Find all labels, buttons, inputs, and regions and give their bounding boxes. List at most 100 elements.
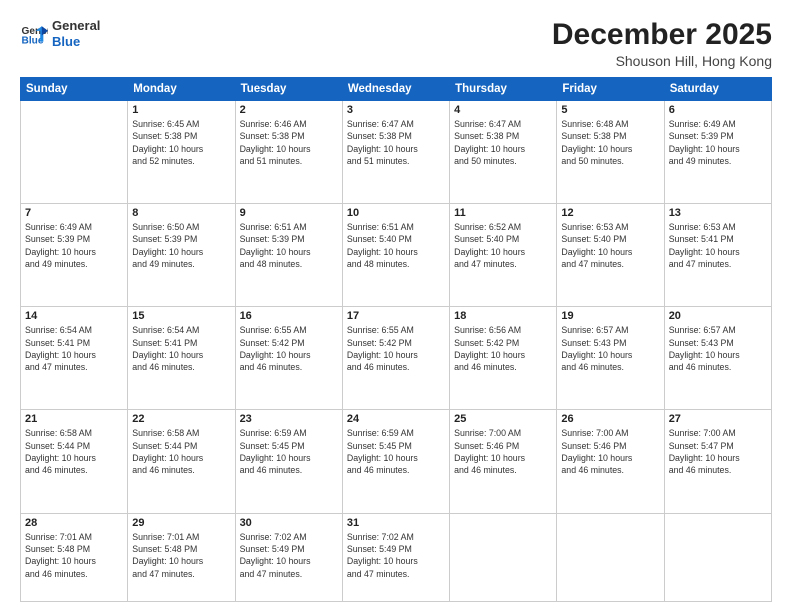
calendar-cell: 10Sunrise: 6:51 AM Sunset: 5:40 PM Dayli… [342,204,449,307]
day-number: 10 [347,207,445,219]
calendar-cell [21,101,128,204]
day-number: 31 [347,517,445,529]
day-number: 23 [240,413,338,425]
calendar-cell: 14Sunrise: 6:54 AM Sunset: 5:41 PM Dayli… [21,307,128,410]
day-number: 25 [454,413,552,425]
calendar-cell: 16 Sunrise: 6:55 AM Sunset: 5:42 PM Dayli… [235,307,342,410]
calendar-cell [450,513,557,601]
logo-line2: Blue [52,34,100,50]
day-number: 12 [561,207,659,219]
calendar-cell: 18 Sunrise: 6:56 AM Sunset: 5:42 PM Dayli… [450,307,557,410]
day-number: 2 [240,104,338,116]
calendar-cell [664,513,771,601]
calendar-header-row: Sunday Monday Tuesday Wednesday Thursday… [21,78,772,101]
calendar-cell: 27 Sunrise: 7:00 AM Sunset: 5:47 PM Dayli… [664,410,771,513]
day-info: Sunrise: 6:51 AM Sunset: 5:39 PM Dayligh… [240,221,338,270]
day-info: Sunrise: 7:00 AM Sunset: 5:46 PM Dayligh… [561,427,659,476]
day-number: 19 [561,310,659,322]
calendar-cell: 28Sunrise: 7:01 AM Sunset: 5:48 PM Dayli… [21,513,128,601]
month-title: December 2025 [552,18,772,51]
day-number: 21 [25,413,123,425]
day-info: Sunrise: 7:02 AM Sunset: 5:49 PM Dayligh… [347,531,445,580]
week-row-5: 28Sunrise: 7:01 AM Sunset: 5:48 PM Dayli… [21,513,772,601]
calendar-cell: 23 Sunrise: 6:59 AM Sunset: 5:45 PM Dayli… [235,410,342,513]
col-wednesday: Wednesday [342,78,449,101]
calendar-cell: 21 Sunrise: 6:58 AM Sunset: 5:44 PM Dayli… [21,410,128,513]
day-number: 27 [669,413,767,425]
day-info: Sunrise: 6:54 AM Sunset: 5:41 PM Dayligh… [25,324,123,373]
day-number: 16 [240,310,338,322]
calendar-cell: 13 Sunrise: 6:53 AM Sunset: 5:41 PM Dayli… [664,204,771,307]
day-number: 30 [240,517,338,529]
day-info: Sunrise: 6:55 AM Sunset: 5:42 PM Dayligh… [240,324,338,373]
col-saturday: Saturday [664,78,771,101]
day-info: Sunrise: 6:52 AM Sunset: 5:40 PM Dayligh… [454,221,552,270]
calendar-cell: 11 Sunrise: 6:52 AM Sunset: 5:40 PM Dayli… [450,204,557,307]
day-number: 11 [454,207,552,219]
calendar-cell: 17 Sunrise: 6:55 AM Sunset: 5:42 PM Dayli… [342,307,449,410]
day-number: 26 [561,413,659,425]
col-sunday: Sunday [21,78,128,101]
day-info: Sunrise: 6:57 AM Sunset: 5:43 PM Dayligh… [561,324,659,373]
calendar-cell: 24Sunrise: 6:59 AM Sunset: 5:45 PM Dayli… [342,410,449,513]
week-row-3: 14Sunrise: 6:54 AM Sunset: 5:41 PM Dayli… [21,307,772,410]
calendar-cell: 31 Sunrise: 7:02 AM Sunset: 5:49 PM Dayli… [342,513,449,601]
day-info: Sunrise: 6:58 AM Sunset: 5:44 PM Dayligh… [25,427,123,476]
day-info: Sunrise: 7:01 AM Sunset: 5:48 PM Dayligh… [25,531,123,580]
day-info: Sunrise: 6:59 AM Sunset: 5:45 PM Dayligh… [240,427,338,476]
day-number: 9 [240,207,338,219]
calendar-cell: 5Sunrise: 6:48 AM Sunset: 5:38 PM Daylig… [557,101,664,204]
day-info: Sunrise: 6:59 AM Sunset: 5:45 PM Dayligh… [347,427,445,476]
day-number: 15 [132,310,230,322]
calendar-cell: 6Sunrise: 6:49 AM Sunset: 5:39 PM Daylig… [664,101,771,204]
day-info: Sunrise: 6:47 AM Sunset: 5:38 PM Dayligh… [347,118,445,167]
calendar-cell: 29Sunrise: 7:01 AM Sunset: 5:48 PM Dayli… [128,513,235,601]
col-friday: Friday [557,78,664,101]
calendar-cell: 1Sunrise: 6:45 AM Sunset: 5:38 PM Daylig… [128,101,235,204]
day-number: 3 [347,104,445,116]
col-thursday: Thursday [450,78,557,101]
day-info: Sunrise: 6:58 AM Sunset: 5:44 PM Dayligh… [132,427,230,476]
logo: General Blue General Blue [20,18,100,49]
day-number: 7 [25,207,123,219]
calendar-cell: 25 Sunrise: 7:00 AM Sunset: 5:46 PM Dayli… [450,410,557,513]
calendar-cell: 2Sunrise: 6:46 AM Sunset: 5:38 PM Daylig… [235,101,342,204]
day-info: Sunrise: 6:47 AM Sunset: 5:38 PM Dayligh… [454,118,552,167]
day-info: Sunrise: 7:02 AM Sunset: 5:49 PM Dayligh… [240,531,338,580]
col-monday: Monday [128,78,235,101]
calendar-cell: 20 Sunrise: 6:57 AM Sunset: 5:43 PM Dayli… [664,307,771,410]
calendar-cell: 30 Sunrise: 7:02 AM Sunset: 5:49 PM Dayli… [235,513,342,601]
location-subtitle: Shouson Hill, Hong Kong [552,53,772,69]
logo-line1: General [52,18,100,34]
logo-text-block: General Blue [52,18,100,49]
day-number: 13 [669,207,767,219]
day-info: Sunrise: 7:00 AM Sunset: 5:46 PM Dayligh… [454,427,552,476]
day-info: Sunrise: 6:53 AM Sunset: 5:40 PM Dayligh… [561,221,659,270]
day-number: 20 [669,310,767,322]
day-info: Sunrise: 6:50 AM Sunset: 5:39 PM Dayligh… [132,221,230,270]
calendar-cell: 15 Sunrise: 6:54 AM Sunset: 5:41 PM Dayli… [128,307,235,410]
day-number: 1 [132,104,230,116]
calendar-cell: 22 Sunrise: 6:58 AM Sunset: 5:44 PM Dayli… [128,410,235,513]
day-number: 4 [454,104,552,116]
col-tuesday: Tuesday [235,78,342,101]
day-info: Sunrise: 7:00 AM Sunset: 5:47 PM Dayligh… [669,427,767,476]
day-info: Sunrise: 6:56 AM Sunset: 5:42 PM Dayligh… [454,324,552,373]
day-number: 18 [454,310,552,322]
day-info: Sunrise: 6:48 AM Sunset: 5:38 PM Dayligh… [561,118,659,167]
calendar-cell: 26 Sunrise: 7:00 AM Sunset: 5:46 PM Dayli… [557,410,664,513]
day-number: 22 [132,413,230,425]
calendar-cell: 7Sunrise: 6:49 AM Sunset: 5:39 PM Daylig… [21,204,128,307]
week-row-2: 7Sunrise: 6:49 AM Sunset: 5:39 PM Daylig… [21,204,772,307]
calendar-cell: 9 Sunrise: 6:51 AM Sunset: 5:39 PM Daylig… [235,204,342,307]
day-number: 17 [347,310,445,322]
day-info: Sunrise: 7:01 AM Sunset: 5:48 PM Dayligh… [132,531,230,580]
day-info: Sunrise: 6:54 AM Sunset: 5:41 PM Dayligh… [132,324,230,373]
calendar-cell: 12 Sunrise: 6:53 AM Sunset: 5:40 PM Dayli… [557,204,664,307]
calendar-cell: 3 Sunrise: 6:47 AM Sunset: 5:38 PM Daylig… [342,101,449,204]
day-info: Sunrise: 6:53 AM Sunset: 5:41 PM Dayligh… [669,221,767,270]
header: General Blue General Blue December 2025 … [20,18,772,69]
day-info: Sunrise: 6:57 AM Sunset: 5:43 PM Dayligh… [669,324,767,373]
day-info: Sunrise: 6:55 AM Sunset: 5:42 PM Dayligh… [347,324,445,373]
calendar-cell: 19 Sunrise: 6:57 AM Sunset: 5:43 PM Dayli… [557,307,664,410]
